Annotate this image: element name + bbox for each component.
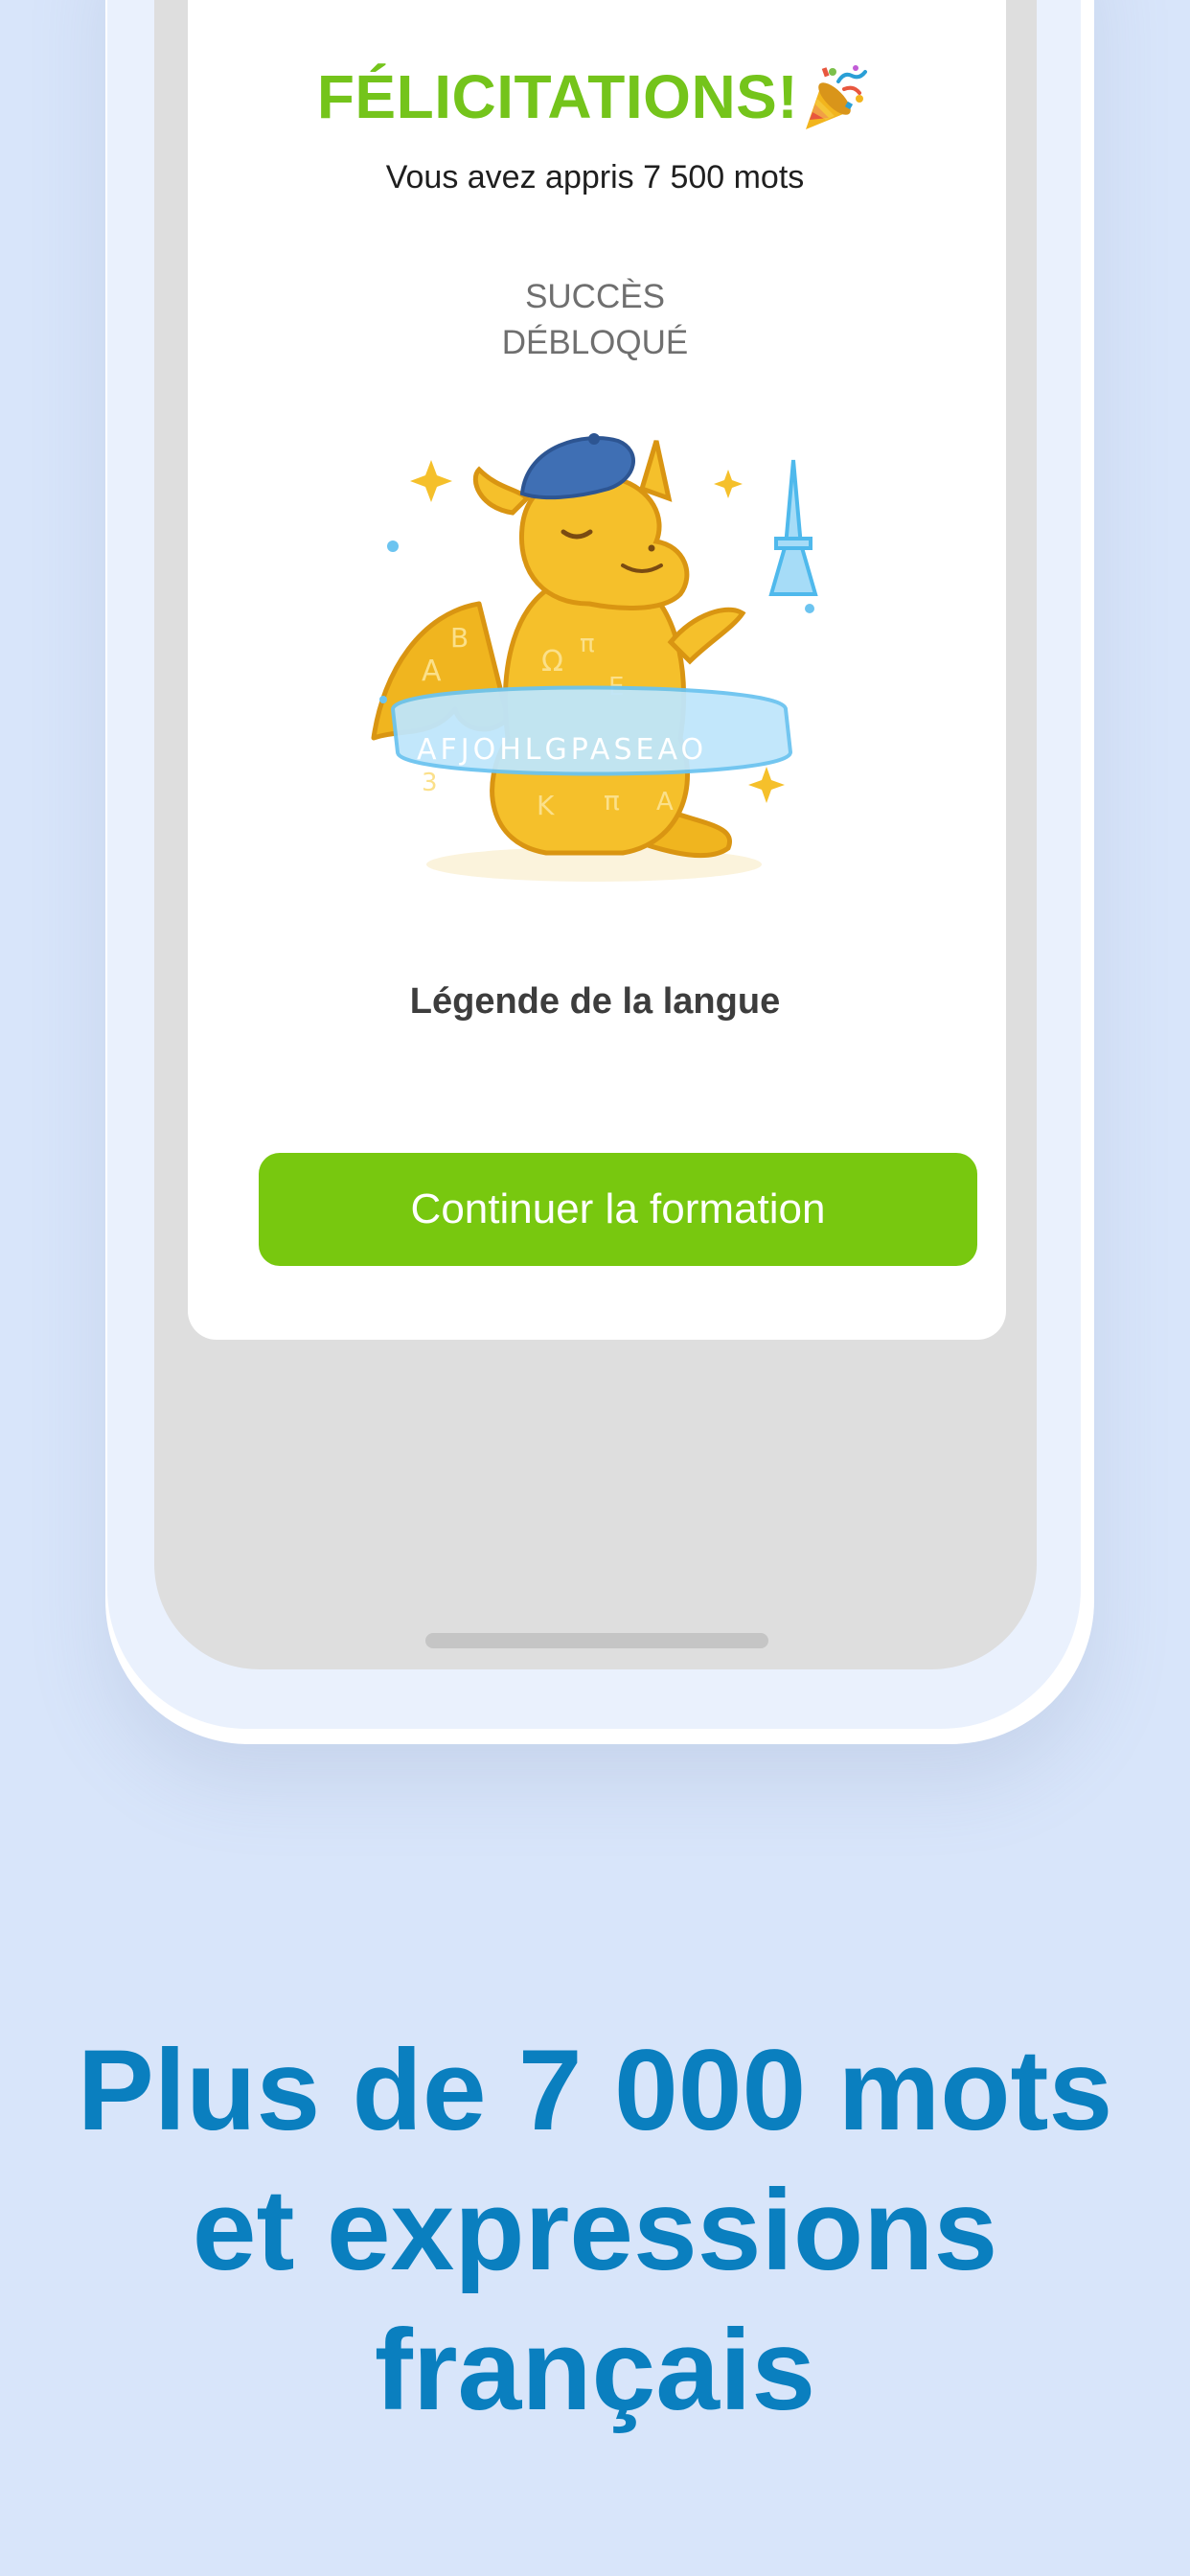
party-popper-icon [806, 65, 868, 129]
congrats-header: FÉLICITATIONS! [0, 56, 1190, 138]
svg-text:π: π [604, 785, 620, 816]
headline-line-3: français [374, 2306, 816, 2434]
dragon-badge-icon: Ω π E A B π K 3 A AFJOHLGPASEAO [371, 433, 818, 882]
headline-line-1: Plus de 7 000 mots [77, 2026, 1113, 2154]
svg-text:AFJOHLGPASEAO: AFJOHLGPASEAO [417, 733, 707, 767]
promo-headline: Plus de 7 000 mots et expressions frança… [0, 2020, 1190, 2440]
badge-name: Légende de la langue [409, 981, 781, 1022]
achievement-label-line-2: DÉBLOQUÉ [501, 324, 689, 361]
congrats-title: FÉLICITATIONS! [316, 62, 799, 131]
continue-training-button[interactable]: Continuer la formation [259, 1153, 977, 1266]
svg-text:A: A [656, 788, 674, 816]
headline-line-2: et expressions [192, 2166, 998, 2294]
svg-text:A: A [422, 655, 442, 688]
svg-text:K: K [537, 790, 555, 821]
achievement-label-line-1: SUCCÈS [525, 278, 665, 315]
svg-text:B: B [450, 622, 469, 654]
svg-text:π: π [580, 630, 595, 658]
home-indicator[interactable] [425, 1633, 768, 1648]
svg-text:Ω: Ω [541, 645, 563, 678]
svg-text:3: 3 [422, 769, 438, 797]
words-learned-text: Vous avez appris 7 500 mots [385, 159, 805, 196]
achievement-unlocked-label: SUCCÈS DÉBLOQUÉ [0, 274, 1190, 366]
